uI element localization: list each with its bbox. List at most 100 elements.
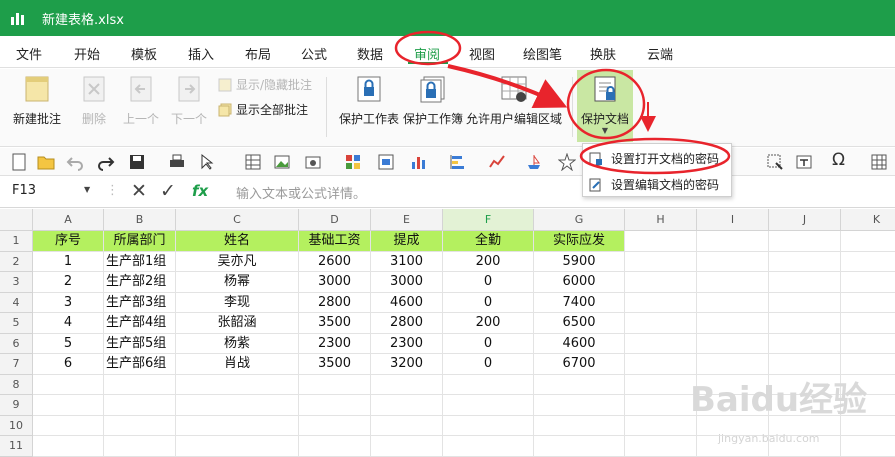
row-header[interactable]: 6	[0, 333, 33, 354]
cell[interactable]: 2600	[299, 251, 371, 272]
name-box[interactable]: F13	[12, 183, 36, 198]
cell[interactable]	[176, 436, 299, 457]
cell[interactable]: 张韶涵	[176, 313, 299, 334]
cell[interactable]: 3000	[371, 272, 443, 293]
row-header[interactable]: 7	[0, 354, 33, 375]
cell[interactable]: 4600	[371, 292, 443, 313]
row-header[interactable]: 8	[0, 374, 33, 395]
new-comment-button[interactable]: 新建批注	[8, 75, 66, 127]
sparkline-icon[interactable]	[488, 153, 506, 171]
cell[interactable]: 7400	[534, 292, 625, 313]
cell[interactable]	[625, 292, 697, 313]
cell[interactable]: 2	[33, 272, 104, 293]
column-header[interactable]: F	[443, 209, 534, 231]
cell[interactable]: 5900	[534, 251, 625, 272]
smartart-icon[interactable]	[377, 153, 395, 171]
column-header[interactable]: C	[176, 209, 299, 231]
cell[interactable]: 3	[33, 292, 104, 313]
cell[interactable]: 6700	[534, 354, 625, 375]
cell[interactable]: 基础工资	[299, 231, 371, 252]
image-icon[interactable]	[273, 153, 291, 171]
show-all-comments-button[interactable]: 显示全部批注	[218, 101, 308, 118]
cell[interactable]: 生产部2组	[104, 272, 176, 293]
cell[interactable]	[443, 395, 534, 416]
row-header[interactable]: 9	[0, 395, 33, 416]
column-header[interactable]: J	[769, 209, 841, 231]
cell[interactable]	[299, 374, 371, 395]
cell[interactable]	[104, 395, 176, 416]
select-range-icon[interactable]	[766, 153, 784, 171]
cell[interactable]: 生产部6组	[104, 354, 176, 375]
cell[interactable]	[841, 436, 895, 457]
next-comment-button[interactable]: 下一个	[166, 75, 212, 127]
cell[interactable]	[176, 395, 299, 416]
row-header[interactable]: 3	[0, 272, 33, 293]
row-header[interactable]: 1	[0, 231, 33, 252]
cell[interactable]: 200	[443, 313, 534, 334]
cell[interactable]	[625, 354, 697, 375]
undo-icon[interactable]	[66, 153, 84, 171]
cell[interactable]: 3500	[299, 354, 371, 375]
fx-icon[interactable]: fx	[192, 182, 208, 200]
cell[interactable]	[697, 333, 769, 354]
cell[interactable]: 所属部门	[104, 231, 176, 252]
cell[interactable]	[443, 415, 534, 436]
cell[interactable]	[104, 415, 176, 436]
select-all-corner[interactable]	[0, 209, 33, 231]
table-icon[interactable]	[244, 153, 262, 171]
allow-edit-ranges-button[interactable]: 允许用户编辑区域	[464, 75, 564, 127]
cell[interactable]	[534, 436, 625, 457]
cell[interactable]: 生产部4组	[104, 313, 176, 334]
column-header[interactable]: B	[104, 209, 176, 231]
name-box-chevron-icon[interactable]: ▼	[84, 185, 90, 194]
cell[interactable]	[104, 374, 176, 395]
row-header[interactable]: 5	[0, 313, 33, 334]
menu-data[interactable]: 数据	[357, 44, 383, 63]
cell[interactable]	[625, 436, 697, 457]
cell[interactable]: 6	[33, 354, 104, 375]
cell[interactable]: 李现	[176, 292, 299, 313]
cell[interactable]	[534, 374, 625, 395]
cell[interactable]	[33, 395, 104, 416]
cell[interactable]: 杨幂	[176, 272, 299, 293]
cell[interactable]	[625, 251, 697, 272]
menu-cloud[interactable]: 云端	[647, 44, 673, 63]
cell[interactable]	[371, 395, 443, 416]
row-header[interactable]: 4	[0, 292, 33, 313]
cell[interactable]: 生产部5组	[104, 333, 176, 354]
cell[interactable]	[697, 313, 769, 334]
cell[interactable]	[841, 231, 895, 252]
omega-symbol-icon[interactable]: Ω	[832, 150, 845, 170]
cell[interactable]: 提成	[371, 231, 443, 252]
set-edit-password-item[interactable]: 设置编辑文档的密码	[589, 176, 719, 193]
cell[interactable]	[697, 251, 769, 272]
cell[interactable]: 全勤	[443, 231, 534, 252]
set-open-password-item[interactable]: 设置打开文档的密码	[589, 150, 719, 167]
cell[interactable]: 5	[33, 333, 104, 354]
cell[interactable]	[697, 292, 769, 313]
cell[interactable]	[443, 374, 534, 395]
row-header[interactable]: 11	[0, 436, 33, 457]
formula-input[interactable]: 输入文本或公式详情。	[236, 183, 366, 202]
menu-pen[interactable]: 绘图笔	[523, 44, 562, 63]
print-icon[interactable]	[168, 153, 186, 171]
column-header[interactable]: G	[534, 209, 625, 231]
cell[interactable]: 生产部1组	[104, 251, 176, 272]
cell[interactable]	[299, 415, 371, 436]
cell[interactable]: 3100	[371, 251, 443, 272]
menu-template[interactable]: 模板	[131, 44, 157, 63]
cell[interactable]: 2800	[299, 292, 371, 313]
cell[interactable]	[299, 436, 371, 457]
protect-sheet-button[interactable]: 保护工作表	[337, 75, 401, 127]
menu-insert[interactable]: 插入	[188, 44, 214, 63]
bar-chart-icon[interactable]	[410, 153, 428, 171]
redo-icon[interactable]	[97, 153, 115, 171]
cell[interactable]: 0	[443, 333, 534, 354]
confirm-check-icon[interactable]: ✓	[160, 180, 176, 202]
cell[interactable]	[769, 231, 841, 252]
cell[interactable]	[371, 415, 443, 436]
column-header[interactable]: E	[371, 209, 443, 231]
cell[interactable]: 1	[33, 251, 104, 272]
cell[interactable]: 3500	[299, 313, 371, 334]
protect-document-button[interactable]: 保护文档 ▼	[578, 75, 632, 135]
